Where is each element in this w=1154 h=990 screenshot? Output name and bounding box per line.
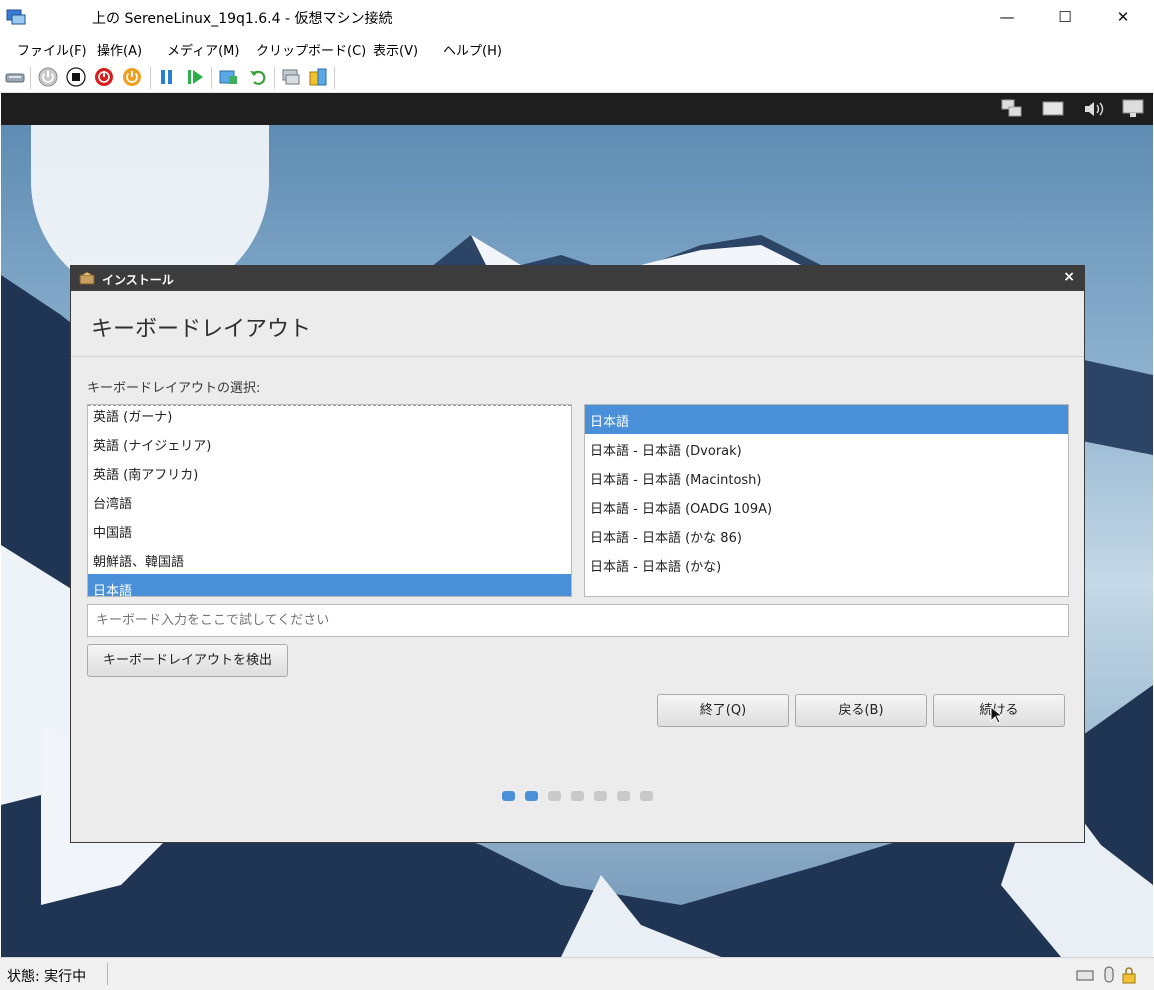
menu-action[interactable]: 操作(A) — [97, 40, 142, 59]
detect-layout-button[interactable]: キーボードレイアウトを検出 — [87, 644, 288, 677]
turn-off-icon[interactable] — [66, 67, 86, 87]
layout-variant-list[interactable]: 日本語 日本語 - 日本語 (Dvorak) 日本語 - 日本語 (Macintos… — [584, 404, 1069, 597]
language-list[interactable]: 英語 (ガーナ) 英語 (ナイジェリア) 英語 (南アフリカ) 台湾語 中国語 朝鮮語、韓… — [87, 404, 572, 597]
layout-variant-item[interactable]: 日本語 - 日本語 (Macintosh) — [585, 463, 1068, 492]
progress-dot — [617, 791, 630, 801]
enhanced-session-icon[interactable] — [281, 67, 301, 87]
layout-variant-item[interactable]: 日本語 - 日本語 (Dvorak) — [585, 434, 1068, 463]
save-icon[interactable] — [122, 67, 142, 87]
monitor-icon[interactable] — [1121, 98, 1145, 120]
language-list-item[interactable]: 朝鮮語、韓国語 — [88, 545, 571, 574]
layout-select-label: キーボードレイアウトの選択: — [87, 381, 261, 396]
maximize-button[interactable]: ☐ — [1036, 0, 1094, 35]
toolbar — [0, 61, 1154, 93]
menu-clipboard[interactable]: クリップボード(C) — [256, 40, 366, 59]
mouse-status-icon — [1104, 966, 1114, 983]
mouse-cursor-icon — [990, 706, 1002, 724]
language-list-item[interactable]: 英語 (ガーナ) — [88, 405, 571, 429]
checkpoint-icon[interactable] — [218, 67, 238, 87]
progress-dot — [640, 791, 653, 801]
menu-file[interactable]: ファイル(F) — [17, 40, 87, 59]
dialog-header: キーボードレイアウト — [71, 291, 1084, 357]
minimize-button[interactable]: — — [978, 0, 1036, 35]
dialog-titlebar: インストール × — [71, 266, 1084, 291]
share-icon[interactable] — [308, 67, 328, 87]
dialog-close-button[interactable]: × — [1063, 269, 1075, 285]
keyboard-test-input[interactable] — [87, 604, 1069, 637]
window-titlebar: 上の SereneLinux_19q1.6.4 - 仮想マシン接続 — ☐ ✕ — [0, 0, 1154, 35]
keyboard-status-icon — [1076, 970, 1094, 981]
progress-dot — [594, 791, 607, 801]
close-button[interactable]: ✕ — [1094, 0, 1152, 35]
status-bar: 状態: 実行中 — [0, 957, 1154, 990]
shutdown-icon[interactable] — [94, 67, 114, 87]
installer-dialog: インストール × キーボードレイアウト キーボードレイアウトの選択: 英語 (ガ… — [70, 265, 1085, 843]
back-button[interactable]: 戻る(B) — [795, 694, 927, 727]
start-icon[interactable] — [38, 67, 58, 87]
layout-variant-item[interactable]: 日本語 - 日本語 (かな 86) — [585, 521, 1068, 550]
menu-bar: ファイル(F) 操作(A) メディア(M) クリップボード(C) 表示(V) ヘ… — [0, 35, 1154, 61]
vm-connection-icon — [6, 9, 26, 25]
installer-icon — [79, 271, 95, 285]
language-list-item[interactable]: 日本語 — [88, 574, 571, 596]
vm-status: 状態: 実行中 — [7, 969, 87, 985]
language-list-item[interactable]: 台湾語 — [88, 487, 571, 516]
layout-variant-item[interactable]: 日本語 - 日本語 (かな) — [585, 550, 1068, 579]
menu-view[interactable]: 表示(V) — [373, 40, 418, 59]
guest-top-panel — [1, 93, 1153, 125]
page-title: キーボードレイアウト — [91, 317, 312, 342]
progress-dot — [502, 791, 515, 801]
dialog-title: インストール — [102, 273, 174, 287]
lock-icon — [1122, 967, 1136, 984]
revert-icon[interactable] — [248, 67, 268, 87]
pause-icon[interactable] — [157, 67, 177, 87]
language-list-item[interactable]: 英語 (ナイジェリア) — [88, 429, 571, 458]
menu-help[interactable]: ヘルプ(H) — [443, 40, 502, 59]
display-icon[interactable] — [1041, 98, 1065, 120]
quit-button[interactable]: 終了(Q) — [657, 694, 789, 727]
layout-variant-item[interactable]: 日本語 — [585, 405, 1068, 434]
progress-dot — [548, 791, 561, 801]
language-list-item[interactable]: 中国語 — [88, 516, 571, 545]
progress-dot — [571, 791, 584, 801]
menu-media[interactable]: メディア(M) — [167, 40, 239, 59]
progress-dot — [525, 791, 538, 801]
resume-icon[interactable] — [185, 67, 205, 87]
language-list-item[interactable]: 英語 (南アフリカ) — [88, 458, 571, 487]
network-icon[interactable] — [1000, 98, 1024, 120]
window-title: 上の SereneLinux_19q1.6.4 - 仮想マシン接続 — [92, 11, 393, 27]
ctrl-alt-del-icon[interactable] — [5, 67, 25, 87]
volume-icon[interactable] — [1082, 98, 1106, 120]
layout-variant-item[interactable]: 日本語 - 日本語 (OADG 109A) — [585, 492, 1068, 521]
